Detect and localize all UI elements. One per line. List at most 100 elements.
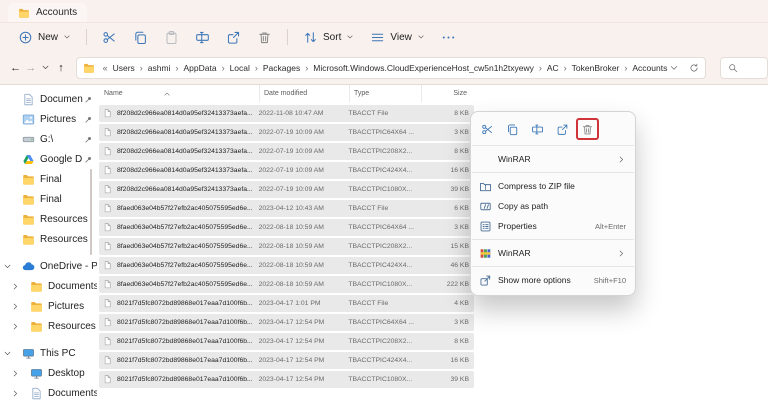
share-quick-action[interactable]: [551, 118, 574, 140]
breadcrumb-segment[interactable]: ashmi: [146, 63, 173, 73]
file-icon: [104, 260, 113, 271]
sidebar-item-final[interactable]: Final: [0, 189, 97, 209]
sidebar-item-documents[interactable]: Documents: [0, 276, 97, 296]
more-button[interactable]: [433, 27, 464, 48]
sidebar-item-desktop[interactable]: Desktop: [0, 363, 97, 383]
sidebar-item-documents[interactable]: Documents: [0, 383, 97, 403]
file-name: 8f208d2c966ea0814d0a95ef32413373aefa...: [117, 186, 253, 193]
breadcrumb: Users › ashmi › AppData › Local › Packages › Micro…: [111, 63, 670, 73]
sort-button[interactable]: Sort: [295, 27, 362, 48]
view-button[interactable]: View: [362, 27, 433, 48]
copy-button[interactable]: [125, 27, 156, 48]
recent-locations-button[interactable]: [38, 58, 53, 78]
column-header-date-modified[interactable]: Date modified: [259, 85, 349, 102]
sidebar-item-resources[interactable]: Resources: [0, 316, 97, 336]
breadcrumb-segment[interactable]: Microsoft.Windows.CloudExperienceHost_cw…: [311, 63, 536, 73]
search-icon: [728, 63, 738, 73]
chevron-right-icon[interactable]: [11, 389, 20, 398]
breadcrumb-segment[interactable]: AC: [545, 63, 561, 73]
sidebar-item-google-d[interactable]: Google D: [0, 149, 97, 169]
column-header-name[interactable]: Name: [97, 85, 259, 102]
table-row[interactable]: 8faed063e04b57f27efb2ac405075595ed6e... 2…: [99, 200, 474, 217]
table-row[interactable]: 8021f7d5fc8072bd89868e017eaa7d100f6b... 2…: [99, 295, 474, 312]
file-type: TBACCT File: [348, 110, 389, 117]
chevron-right-icon[interactable]: [11, 302, 20, 311]
file-date: 2023-04-17 12:54 PM: [258, 319, 325, 326]
sidebar-item-pictures[interactable]: Pictures: [0, 296, 97, 316]
copy-icon: [506, 123, 519, 136]
back-button[interactable]: ←: [8, 58, 23, 78]
address-bar[interactable]: « Users › ashmi › AppData › Local › Packages › Mic…: [75, 56, 707, 79]
table-row[interactable]: 8faed063e04b57f27efb2ac405075595ed6e... 2…: [99, 276, 474, 293]
table-row[interactable]: 8f208d2c966ea0814d0a95ef32413373aefa... 2…: [99, 181, 474, 198]
sidebar-item-g-[interactable]: G:\: [0, 129, 97, 149]
refresh-icon[interactable]: [689, 63, 699, 73]
menu-item-properties[interactable]: Properties Alt+Enter: [471, 216, 635, 236]
menu-item-copy-as-path[interactable]: Copy as path: [471, 196, 635, 216]
table-row[interactable]: 8021f7d5fc8072bd89868e017eaa7d100f6b... 2…: [99, 314, 474, 331]
chevron-down-icon[interactable]: [3, 349, 12, 358]
file-icon: [104, 279, 113, 290]
delete-button[interactable]: [249, 27, 280, 48]
sidebar-item-final[interactable]: Final: [0, 169, 97, 189]
sidebar-item-documen[interactable]: Documen: [0, 89, 97, 109]
chevron-right-icon[interactable]: [11, 369, 20, 378]
sidebar-item-label: G:\: [40, 133, 54, 145]
gdrive-icon: [22, 153, 35, 166]
column-header-type[interactable]: Type: [349, 85, 421, 102]
rename-quick-action[interactable]: [526, 118, 549, 140]
table-row[interactable]: 8f208d2c966ea0814d0a95ef32413373aefa... 2…: [99, 105, 474, 122]
sidebar-item-resources[interactable]: Resources: [0, 209, 97, 229]
new-button[interactable]: New: [10, 27, 79, 48]
search-box[interactable]: [720, 56, 768, 79]
breadcrumb-separator: ›: [221, 62, 225, 73]
up-button[interactable]: ↑: [53, 58, 68, 78]
share-button[interactable]: [218, 27, 249, 48]
sidebar-item-resources[interactable]: Resources: [0, 229, 97, 249]
rename-button[interactable]: [187, 27, 218, 48]
menu-item-winrar[interactable]: WinRAR: [471, 243, 635, 263]
explorer-tab[interactable]: Accounts: [8, 3, 88, 22]
breadcrumb-segment[interactable]: Users: [111, 63, 137, 73]
file-date: 2023-04-12 10:43 AM: [258, 205, 324, 212]
forward-button[interactable]: →: [23, 58, 38, 78]
breadcrumb-segment[interactable]: TokenBroker: [570, 63, 622, 73]
table-row[interactable]: 8021f7d5fc8072bd89868e017eaa7d100f6b... 2…: [99, 333, 474, 350]
sidebar-item-this-pc[interactable]: This PC: [0, 343, 97, 363]
paste-button[interactable]: [156, 27, 187, 48]
sidebar-item-pictures[interactable]: Pictures: [0, 109, 97, 129]
copy-quick-action[interactable]: [501, 118, 524, 140]
breadcrumb-segment[interactable]: AppData: [181, 63, 218, 73]
cut-quick-action[interactable]: [476, 118, 499, 140]
sidebar-item-onedrive-pe[interactable]: OneDrive - Pe: [0, 256, 97, 276]
chevron-right-icon[interactable]: [11, 282, 20, 291]
monitor-icon: [22, 347, 35, 360]
address-dropdown-icon[interactable]: [669, 63, 679, 73]
table-row[interactable]: 8f208d2c966ea0814d0a95ef32413373aefa... 2…: [99, 162, 474, 179]
menu-item-show-more-options[interactable]: Show more options Shift+F10: [471, 270, 635, 290]
table-row[interactable]: 8faed063e04b57f27efb2ac405075595ed6e... 2…: [99, 238, 474, 255]
table-row[interactable]: 8021f7d5fc8072bd89868e017eaa7d100f6b... 2…: [99, 371, 474, 388]
breadcrumb-segment[interactable]: Local: [228, 63, 252, 73]
file-date: 2022-11-08 10:47 AM: [258, 110, 324, 117]
sidebar-item-label: This PC: [40, 347, 76, 359]
breadcrumb-segment[interactable]: Accounts: [630, 63, 669, 73]
file-icon: [104, 298, 113, 309]
breadcrumb-segment[interactable]: Packages: [261, 63, 302, 73]
menu-item-winrar[interactable]: WinRAR: [471, 149, 635, 169]
file-date: 2022-08-18 10:59 AM: [258, 262, 324, 269]
breadcrumb-overflow[interactable]: «: [100, 63, 111, 73]
chevron-down-icon[interactable]: [3, 262, 12, 271]
table-row[interactable]: 8faed063e04b57f27efb2ac405075595ed6e... 2…: [99, 257, 474, 274]
delete-quick-action-highlighted[interactable]: [576, 118, 599, 140]
column-header-size[interactable]: Size: [421, 85, 473, 102]
table-row[interactable]: 8f208d2c966ea0814d0a95ef32413373aefa... 2…: [99, 124, 474, 141]
cut-button[interactable]: [94, 27, 125, 48]
table-row[interactable]: 8021f7d5fc8072bd89868e017eaa7d100f6b... 2…: [99, 352, 474, 369]
chevron-right-icon[interactable]: [11, 322, 20, 331]
menu-item-compress-to-zip-file[interactable]: Compress to ZIP file: [471, 176, 635, 196]
file-name: 8faed063e04b57f27efb2ac405075595ed6e...: [117, 281, 253, 288]
table-row[interactable]: 8f208d2c966ea0814d0a95ef32413373aefa... 2…: [99, 143, 474, 160]
file-name: 8021f7d5fc8072bd89868e017eaa7d100f6b...: [117, 319, 253, 326]
table-row[interactable]: 8faed063e04b57f27efb2ac405075595ed6e... 2…: [99, 219, 474, 236]
